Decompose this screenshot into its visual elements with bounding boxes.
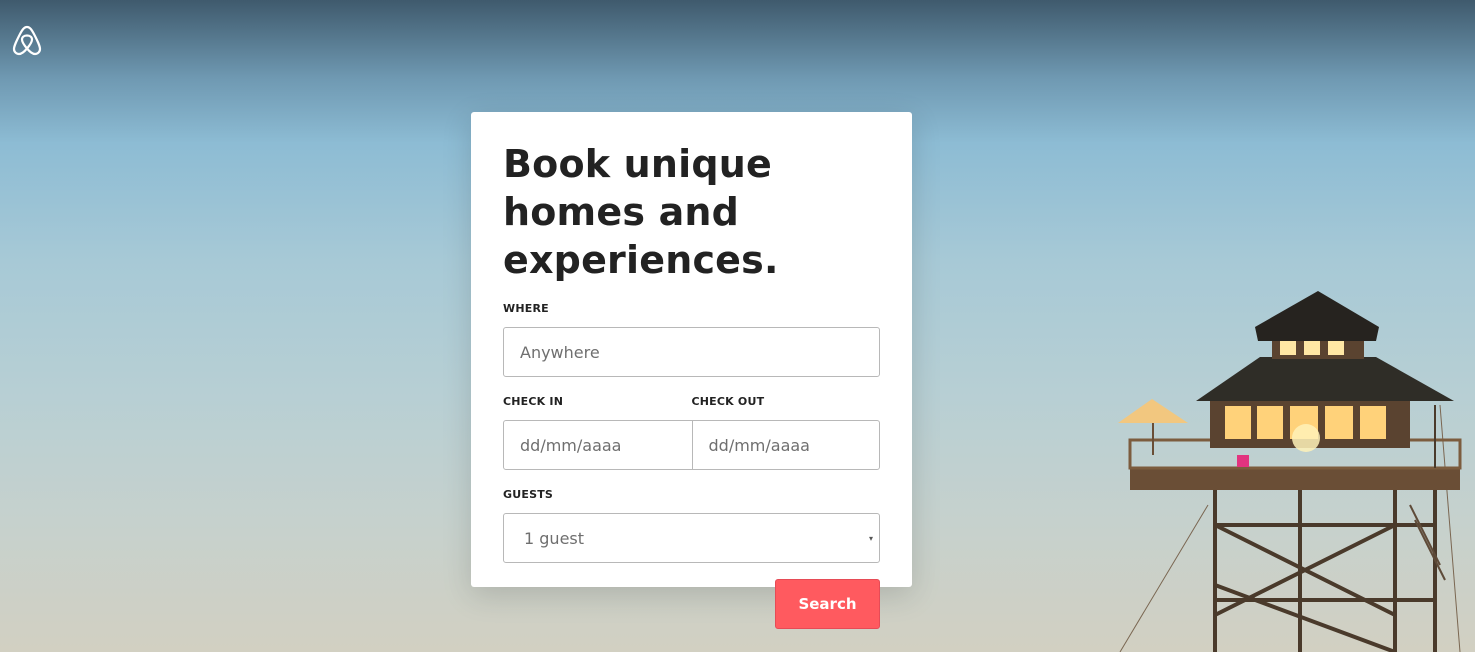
where-input[interactable]: Anywhere xyxy=(503,327,880,377)
check-in-input[interactable]: dd/mm/aaaa xyxy=(504,421,692,469)
where-label: WHERE xyxy=(503,302,549,315)
guests-select[interactable]: 1 guest ▾ xyxy=(503,513,880,563)
guests-label: GUESTS xyxy=(503,488,554,501)
search-card: Book unique homes and experiences. WHERE… xyxy=(471,112,912,629)
lookout-tower-image xyxy=(1118,291,1462,652)
date-range-fields: dd/mm/aaaa dd/mm/aaaa xyxy=(503,420,880,470)
airbnb-logo-icon[interactable] xyxy=(12,24,42,56)
guests-selected-value: 1 guest xyxy=(524,528,585,548)
check-in-label: CHECK IN xyxy=(503,395,564,408)
search-button[interactable]: Search xyxy=(775,579,880,629)
check-out-input[interactable]: dd/mm/aaaa xyxy=(691,421,880,469)
chevron-down-icon: ▾ xyxy=(868,533,873,543)
page-title: Book unique homes and experiences. xyxy=(503,142,779,282)
check-out-label: CHECK OUT xyxy=(691,395,765,408)
